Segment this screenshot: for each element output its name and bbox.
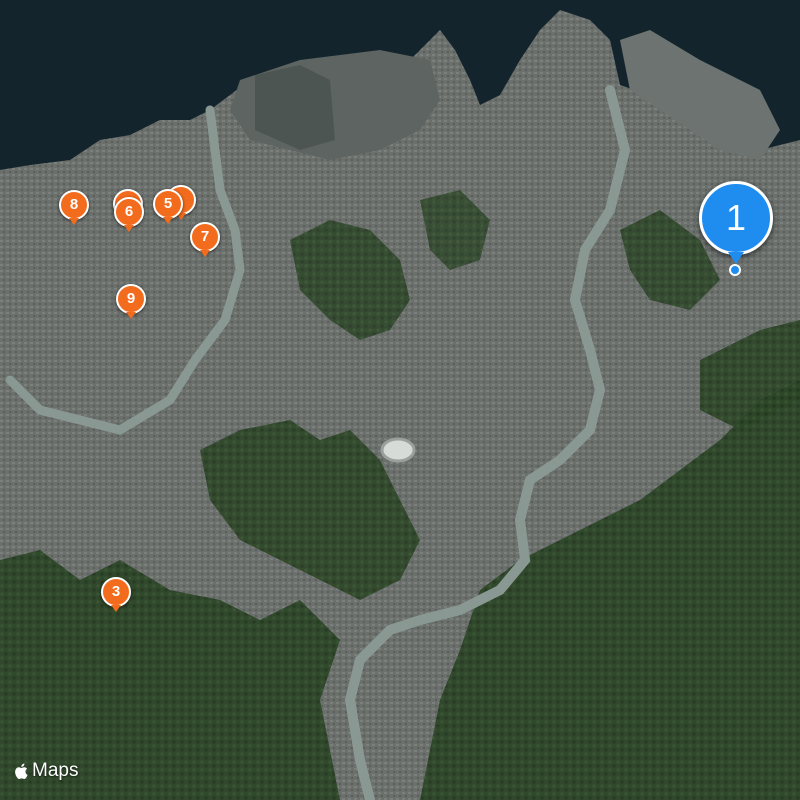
map-view[interactable]: 1 3 5 6 7 8 9 Maps (0, 0, 800, 800)
marker-9[interactable]: 9 (116, 284, 146, 319)
apple-logo-icon (15, 763, 28, 779)
attribution-text: Maps (32, 760, 79, 781)
marker-5[interactable]: 5 (153, 189, 183, 224)
satellite-imagery (0, 0, 800, 800)
marker-1[interactable]: 1 (699, 181, 773, 264)
marker-8[interactable]: 8 (59, 190, 89, 225)
stadium (380, 437, 416, 463)
location-dot (729, 264, 741, 276)
maps-attribution: Maps (14, 760, 78, 782)
marker-6[interactable]: 6 (114, 197, 144, 232)
marker-3[interactable]: 3 (101, 577, 131, 612)
marker-7[interactable]: 7 (190, 222, 220, 257)
